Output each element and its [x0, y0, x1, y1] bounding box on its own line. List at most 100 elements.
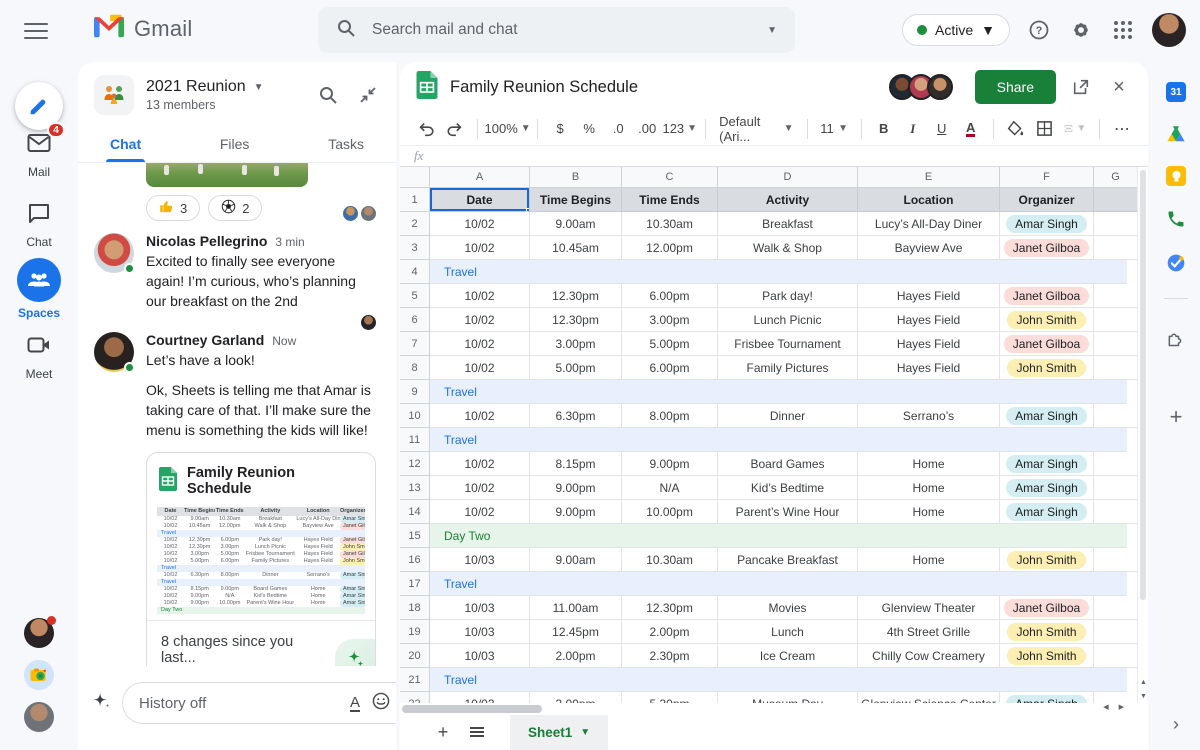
- cell[interactable]: Amar Singh: [1000, 404, 1094, 428]
- cell[interactable]: 5.30pm: [622, 692, 718, 703]
- status-selector[interactable]: Active ▼: [902, 14, 1010, 46]
- zoom-select[interactable]: 100% ▼: [485, 117, 531, 141]
- column-header-D[interactable]: D: [718, 167, 858, 188]
- chat-search-icon[interactable]: [314, 81, 342, 109]
- row-number[interactable]: 12: [400, 452, 430, 476]
- header-cell[interactable]: Organizer: [1000, 188, 1094, 212]
- cell[interactable]: [1094, 692, 1137, 703]
- cell[interactable]: [1094, 452, 1137, 476]
- borders-icon[interactable]: [1032, 117, 1056, 141]
- message-input-field[interactable]: [139, 694, 338, 712]
- cell[interactable]: [1094, 356, 1137, 380]
- cell[interactable]: Lunch: [718, 620, 858, 644]
- get-addons-plus-icon[interactable]: +: [1164, 404, 1188, 429]
- organizer-chip[interactable]: John Smith: [1007, 646, 1086, 665]
- reaction-soccer-ball[interactable]: 2: [208, 195, 263, 221]
- redo-icon[interactable]: [443, 117, 467, 141]
- cell[interactable]: 10.45am: [530, 236, 622, 260]
- tab-files[interactable]: Files: [216, 128, 254, 162]
- cell[interactable]: 3.00pm: [530, 692, 622, 703]
- cell[interactable]: 12.30pm: [530, 308, 622, 332]
- row-number[interactable]: 5: [400, 284, 430, 308]
- scroll-up-icon[interactable]: ▲: [1138, 675, 1148, 689]
- cell[interactable]: 4th Street Grille: [858, 620, 1000, 644]
- row-number[interactable]: 11: [400, 428, 430, 452]
- row-number[interactable]: 14: [400, 500, 430, 524]
- organizer-chip[interactable]: Amar Singh: [1006, 214, 1087, 233]
- share-button[interactable]: Share: [974, 70, 1056, 104]
- band-label-travel[interactable]: Travel: [430, 428, 1127, 452]
- cell[interactable]: Frisbee Tournament: [718, 332, 858, 356]
- cell[interactable]: 9.00am: [530, 548, 622, 572]
- cell[interactable]: [1094, 212, 1137, 236]
- column-header-A[interactable]: A: [430, 167, 530, 188]
- cell[interactable]: 6.00pm: [622, 284, 718, 308]
- row-number[interactable]: 13: [400, 476, 430, 500]
- tab-tasks[interactable]: Tasks: [324, 128, 368, 162]
- cell[interactable]: Amar Singh: [1000, 476, 1094, 500]
- header-cell[interactable]: Time Ends: [622, 188, 718, 212]
- organizer-chip[interactable]: Amar Singh: [1006, 406, 1087, 425]
- row-number[interactable]: 20: [400, 644, 430, 668]
- row-number[interactable]: 19: [400, 620, 430, 644]
- column-header-C[interactable]: C: [622, 167, 718, 188]
- cell[interactable]: 2.30pm: [622, 644, 718, 668]
- cell[interactable]: 10/02: [430, 356, 530, 380]
- cell[interactable]: Board Games: [718, 452, 858, 476]
- cell[interactable]: [1094, 644, 1137, 668]
- cell[interactable]: Dinner: [718, 404, 858, 428]
- cell[interactable]: Home: [858, 548, 1000, 572]
- cell[interactable]: 10/02: [430, 332, 530, 356]
- row-number[interactable]: 7: [400, 332, 430, 356]
- drive-icon[interactable]: [1164, 122, 1188, 146]
- cell[interactable]: Hayes Field: [858, 356, 1000, 380]
- settings-gear-icon[interactable]: [1068, 17, 1094, 43]
- cell[interactable]: Chilly Cow Creamery: [858, 644, 1000, 668]
- organizer-chip[interactable]: John Smith: [1007, 550, 1086, 569]
- cell[interactable]: Janet Gilboa: [1000, 332, 1094, 356]
- cell[interactable]: [1094, 308, 1137, 332]
- cell[interactable]: Amar Singh: [1000, 452, 1094, 476]
- scroll-left-icon[interactable]: ◀: [1103, 704, 1118, 711]
- horizontal-scroll-thumb[interactable]: [402, 705, 542, 713]
- open-in-new-icon[interactable]: [1068, 74, 1094, 100]
- account-avatar[interactable]: [1152, 13, 1186, 47]
- bold-button[interactable]: B: [872, 117, 896, 141]
- cell[interactable]: 3.00pm: [530, 332, 622, 356]
- row-number[interactable]: 8: [400, 356, 430, 380]
- expand-panel-chevron-icon[interactable]: ›: [1164, 712, 1188, 736]
- band-label-travel[interactable]: Travel: [430, 380, 1127, 404]
- cell[interactable]: [1094, 620, 1137, 644]
- band-label-travel[interactable]: Travel: [430, 260, 1127, 284]
- organizer-chip[interactable]: John Smith: [1007, 310, 1086, 329]
- row-number[interactable]: 21: [400, 668, 430, 692]
- column-header-F[interactable]: F: [1000, 167, 1094, 188]
- row-number[interactable]: 10: [400, 404, 430, 428]
- sheet-tab-sheet1[interactable]: Sheet1 ▼: [510, 715, 609, 750]
- cell[interactable]: 10/03: [430, 548, 530, 572]
- cell[interactable]: John Smith: [1000, 548, 1094, 572]
- cell[interactable]: 10/02: [430, 308, 530, 332]
- search-bar[interactable]: Search mail and chat ▼: [318, 7, 795, 53]
- decrease-decimal-button[interactable]: .0: [606, 117, 630, 141]
- cell[interactable]: 12.45pm: [530, 620, 622, 644]
- organizer-chip[interactable]: Amar Singh: [1006, 502, 1087, 521]
- cell[interactable]: 9.00am: [530, 212, 622, 236]
- cell[interactable]: 12.30pm: [622, 596, 718, 620]
- vertical-scroll-thumb[interactable]: [1140, 170, 1146, 600]
- row-number[interactable]: 9: [400, 380, 430, 404]
- cell[interactable]: 9.00pm: [622, 452, 718, 476]
- cell[interactable]: 9.00pm: [530, 500, 622, 524]
- header-cell[interactable]: [1094, 188, 1137, 212]
- row-number[interactable]: 16: [400, 548, 430, 572]
- organizer-chip[interactable]: Janet Gilboa: [1003, 598, 1090, 617]
- tab-chat[interactable]: Chat: [106, 128, 146, 162]
- cell[interactable]: Hayes Field: [858, 308, 1000, 332]
- cell[interactable]: Lucy’s All-Day Diner: [858, 212, 1000, 236]
- collapse-panel-icon[interactable]: [354, 81, 382, 109]
- close-icon[interactable]: ×: [1106, 74, 1132, 100]
- font-size-select[interactable]: 11 ▼: [817, 117, 851, 141]
- cell[interactable]: 5.00pm: [622, 332, 718, 356]
- cell[interactable]: 11.00am: [530, 596, 622, 620]
- italic-button[interactable]: I: [901, 117, 925, 141]
